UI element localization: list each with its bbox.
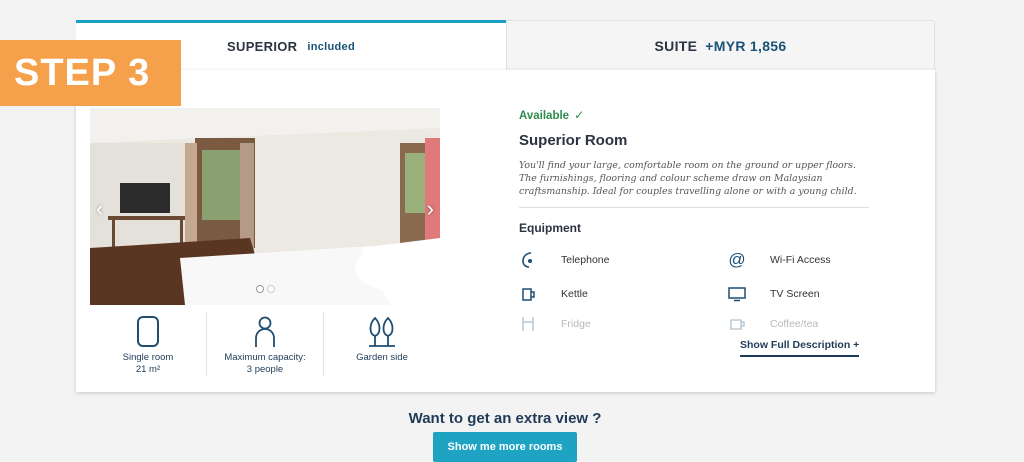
carousel-next-icon[interactable]: ›	[427, 198, 434, 220]
equipment-item-telephone: Telephone	[519, 251, 609, 269]
room-description: You'll find your large, comfortable room…	[519, 160, 857, 197]
equipment-title: Equipment	[519, 221, 581, 235]
availability-status: Available ✓	[519, 108, 871, 122]
carousel-dots	[256, 285, 275, 293]
room-size-icon	[136, 312, 160, 348]
equipment-label: Coffee/tea	[770, 318, 819, 330]
check-icon: ✓	[574, 108, 585, 122]
room-photo-carousel[interactable]: ‹ ›	[90, 108, 440, 305]
step-badge: STEP 3	[0, 40, 181, 106]
coffee-icon	[728, 317, 746, 331]
feature-value: 21 m²	[135, 364, 161, 375]
equipment-item-kettle: Kettle	[519, 285, 588, 303]
equipment-label: TV Screen	[770, 288, 820, 300]
equipment-item-wifi: @ Wi-Fi Access	[728, 250, 831, 269]
equipment-label: Telephone	[561, 254, 610, 266]
person-icon	[254, 312, 276, 348]
show-full-description-link[interactable]: Show Full Description +	[740, 339, 860, 357]
tab-superior-tag: included	[307, 40, 355, 53]
feature-capacity: Maximum capacity: 3 people	[207, 312, 324, 376]
extra-view-heading: Want to get an extra view ?	[408, 410, 602, 427]
feature-label: Maximum capacity:	[224, 352, 306, 363]
tab-suite-label: SUITE	[654, 37, 698, 54]
carousel-dot[interactable]	[267, 285, 275, 293]
feature-label: Garden side	[356, 352, 408, 363]
equipment-item-tv: TV Screen	[728, 285, 820, 303]
tv-icon	[728, 285, 746, 303]
equipment-label: Wi-Fi Access	[770, 254, 831, 266]
carousel-prev-icon[interactable]: ‹	[96, 198, 103, 220]
tab-suite-price: +MYR 1,856	[705, 37, 787, 54]
trees-icon	[367, 312, 397, 348]
equipment-item-coffee: Coffee/tea	[728, 317, 818, 331]
feature-label: Single room	[122, 352, 174, 363]
kettle-icon	[519, 285, 537, 303]
equipment-label: Kettle	[561, 288, 588, 300]
feature-value: 3 people	[246, 364, 284, 375]
tab-superior-label: SUPERIOR	[227, 39, 298, 54]
availability-label: Available	[519, 110, 570, 122]
feature-view: Garden side	[324, 312, 440, 376]
room-details: Available ✓ Superior Room You'll find you…	[519, 108, 871, 198]
tab-suite[interactable]: SUITE +MYR 1,856	[506, 20, 935, 70]
room-photo	[90, 108, 440, 305]
carousel-dot[interactable]	[256, 285, 264, 293]
divider	[519, 207, 869, 208]
show-more-rooms-button[interactable]: Show me more rooms	[433, 432, 577, 462]
wifi-icon: @	[728, 250, 746, 269]
room-title: Superior Room	[519, 132, 628, 149]
equipment-label: Fridge	[561, 318, 591, 330]
fridge-icon	[519, 317, 537, 331]
equipment-item-fridge: Fridge	[519, 317, 591, 331]
feature-room-size: Single room 21 m²	[90, 312, 207, 376]
telephone-icon	[519, 251, 537, 269]
room-features: Single room 21 m² Maximum capacity: 3 peop…	[90, 312, 440, 376]
